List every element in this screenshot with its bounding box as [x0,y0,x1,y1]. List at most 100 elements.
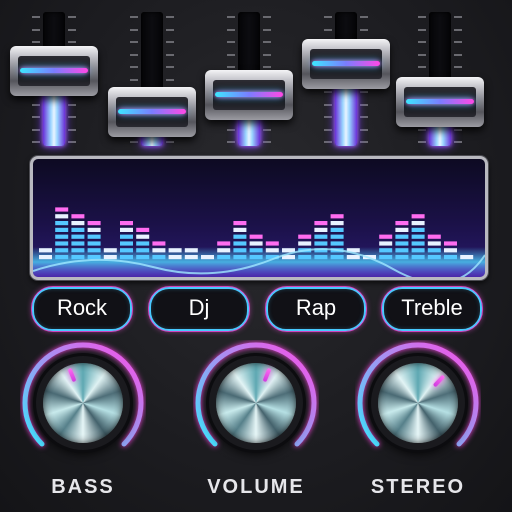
slider-fill [335,83,357,146]
stereo-knob[interactable] [355,340,481,466]
spectrum-segment [120,227,133,232]
spectrum-segment [71,241,85,246]
slider-tick [360,28,368,31]
spectrum-segment [217,248,231,253]
slider-tick [166,41,174,43]
spectrum-segment [87,221,101,226]
spectrum-segment [265,241,279,246]
spectrum-segment [55,234,69,239]
spectrum-segment [379,255,393,260]
spectrum-segment [444,241,457,246]
spectrum-segment [379,248,393,253]
slider-tick [324,128,332,131]
spectrum-segment [71,214,85,219]
spectrum-segment [395,255,409,260]
stereo-knob-face[interactable] [378,363,458,443]
volume-knob-face[interactable] [216,363,296,443]
spectrum-segment [298,241,312,246]
spectrum-segment [395,227,409,232]
spectrum-bar [379,234,393,260]
spectrum-segment [233,221,247,226]
spectrum-segment [184,255,198,260]
preset-treble-button[interactable]: Treble [381,286,483,332]
bass-knob-face[interactable] [43,363,123,443]
preset-rap-button[interactable]: Rap [265,286,367,332]
slider-thumb[interactable] [10,46,98,97]
band-slider-3[interactable] [203,0,295,150]
slider-tick [360,91,368,93]
preset-rock-button[interactable]: Rock [31,286,133,332]
thumb-glow-indicator [118,108,186,114]
spectrum-segment [314,221,328,226]
spectrum-segment [411,241,425,246]
slider-thumb[interactable] [302,38,390,89]
spectrum-segment [168,248,182,253]
spectrum-segment [314,241,328,246]
slider-tick [130,41,138,43]
band-slider-4[interactable] [300,0,392,150]
spectrum-segment [265,248,279,253]
bass-knob[interactable] [20,340,146,466]
slider-tick [68,128,76,131]
spectrum-segment [314,234,328,239]
spectrum-segment [379,241,393,246]
spectrum-segment [411,214,425,219]
spectrum-segment [71,221,85,226]
bass-knob-body [36,356,130,450]
spectrum-segment [411,234,425,239]
slider-tick [418,16,426,18]
slider-tick [360,116,368,118]
spectrum-segment [71,227,85,232]
slider-tick [130,141,138,143]
spectrum-segment [249,241,263,246]
slider-tick [166,28,174,31]
spectrum-segment [71,255,85,260]
spectrum-segment [427,248,441,253]
spectrum-segment [298,255,312,260]
slider-tick [68,16,76,18]
stereo-label: STEREO [370,476,466,498]
preset-dj-button[interactable]: Dj [148,286,250,332]
slider-tick [32,28,40,31]
band-slider-2[interactable] [106,0,198,150]
volume-knob[interactable] [193,340,319,466]
slider-tick [418,53,426,56]
slider-tick [32,16,40,18]
slider-tick [166,78,174,81]
spectrum-segment [427,234,441,239]
slider-tick [324,28,332,31]
spectrum-segment [411,255,425,260]
spectrum-segment [330,214,344,219]
slider-tick [454,16,462,18]
spectrum-segment [136,234,150,239]
slider-tick [263,41,271,43]
slider-tick [263,128,271,131]
band-slider-1[interactable] [8,0,100,150]
spectrum-segment [233,227,247,232]
spectrum-segment [120,255,133,260]
slider-tick [130,78,138,81]
slider-thumb[interactable] [205,69,293,120]
slider-tick [32,116,40,118]
slider-tick [454,66,462,68]
spectrum-segment [152,241,166,246]
spectrum-segment [233,234,247,239]
band-slider-5[interactable] [394,0,486,150]
spectrum-segment [184,248,198,253]
slider-thumb[interactable] [108,86,196,137]
spectrum-segment [136,241,150,246]
slider-tick [32,41,40,43]
slider-tick [360,103,368,106]
slider-tick [227,141,235,143]
slider-tick [418,141,426,143]
spectrum-segment [120,221,133,226]
spectrum-segment [314,255,328,260]
slider-tick [130,28,138,31]
spectrum-segment [379,234,393,239]
spectrum-segment [249,248,263,253]
spectrum-segment [460,255,474,260]
bass-label: BASS [51,476,115,498]
spectrum-segment [249,255,263,260]
spectrum-segment [87,227,101,232]
slider-thumb[interactable] [396,77,484,128]
